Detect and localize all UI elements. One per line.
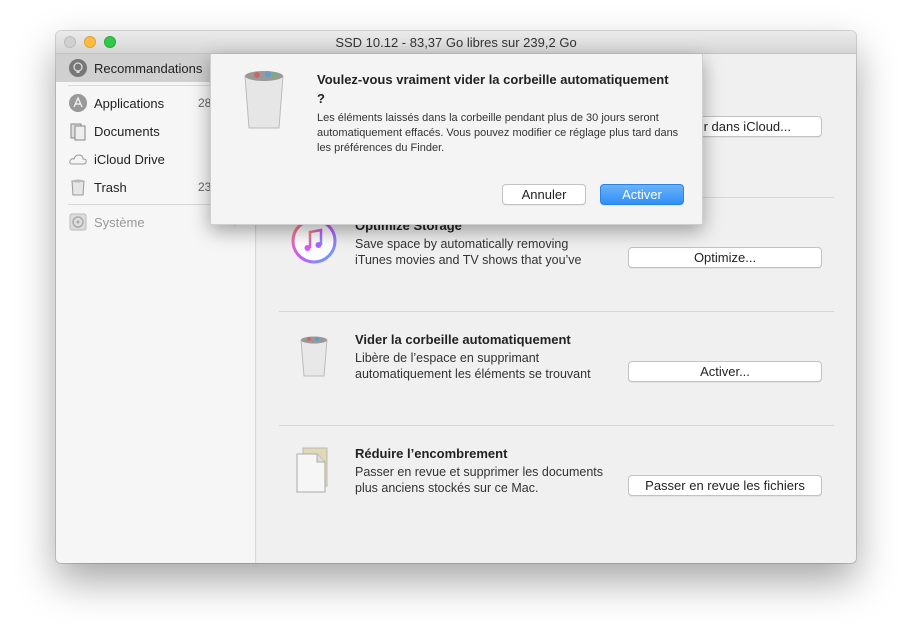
dialog-message: Les éléments laissés dans la corbeille p… [317, 112, 679, 154]
sidebar-item-label: Applications [94, 95, 165, 111]
sidebar-item-label: Documents [94, 123, 160, 139]
review-files-button[interactable]: Passer en revue les fichiers [628, 475, 822, 496]
confirm-empty-trash-dialog: Voulez-vous vraiment vider la corbeille … [210, 54, 703, 225]
recommendation-description: Save space by automatically removing iTu… [355, 237, 582, 267]
lightbulb-icon [68, 58, 88, 78]
trash-icon [241, 68, 287, 137]
minimize-button[interactable] [84, 36, 96, 48]
recommendation-title: Réduire l’encombrement [355, 446, 508, 461]
activer-button[interactable]: Activer... [628, 361, 822, 382]
sidebar-item-label: Recommandations [94, 60, 203, 76]
recommendation-description: Libère de l’espace en supprimant automat… [355, 351, 591, 381]
window-title: SSD 10.12 - 83,37 Go libres sur 239,2 Go [335, 35, 577, 50]
recommendation-empty-trash: Vider la corbeille automatiquement Libèr… [279, 311, 834, 425]
trash-icon [68, 177, 88, 197]
cloud-icon [68, 149, 88, 169]
document-icon [291, 446, 337, 494]
sidebar-item-label: iCloud Drive [94, 151, 165, 167]
recommendation-description: Passer en revue et supprimer les documen… [355, 465, 604, 495]
recommendation-title: Vider la corbeille automatiquement [355, 332, 571, 347]
system-disk-icon [68, 212, 88, 232]
recommendation-reduce-clutter: Réduire l’encombrement Passer en revue e… [279, 425, 834, 539]
sidebar-item-label: Système [94, 214, 145, 230]
close-button[interactable] [64, 36, 76, 48]
itunes-icon [291, 218, 337, 266]
documents-icon [68, 121, 88, 141]
zoom-button[interactable] [104, 36, 116, 48]
activate-button[interactable]: Activer [600, 184, 684, 205]
optimize-button[interactable]: Optimize... [628, 247, 822, 268]
app-store-icon [68, 93, 88, 113]
dialog-title: Voulez-vous vraiment vider la corbeille … [317, 72, 669, 106]
title-bar: SSD 10.12 - 83,37 Go libres sur 239,2 Go [56, 31, 856, 54]
trash-icon [291, 332, 337, 380]
sidebar-item-label: Trash [94, 179, 127, 195]
cancel-button[interactable]: Annuler [502, 184, 586, 205]
